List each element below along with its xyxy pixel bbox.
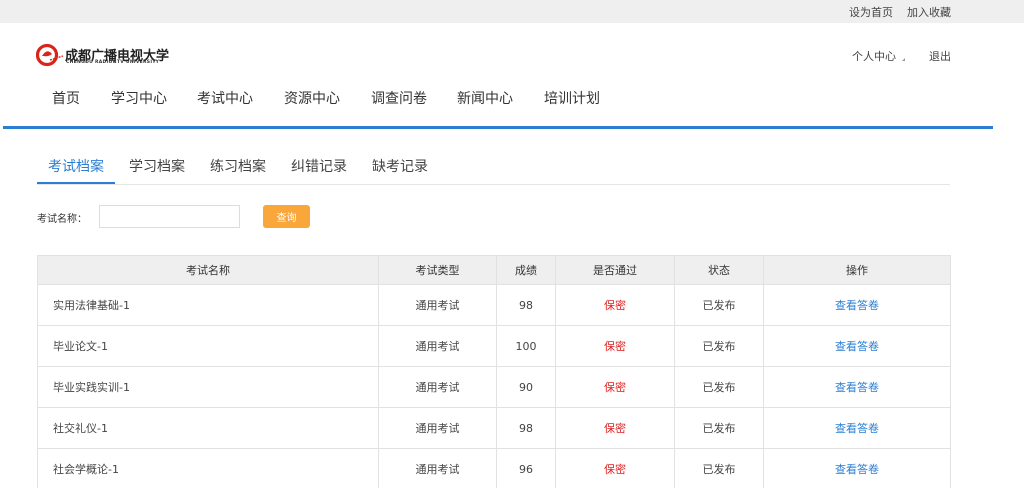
- caret-down-icon: [902, 58, 905, 61]
- cell-passed: 保密: [555, 407, 675, 449]
- view-answer-link[interactable]: 查看答卷: [835, 340, 879, 353]
- nav-item-home[interactable]: 首页: [52, 88, 80, 108]
- tabs-divider: [37, 184, 950, 185]
- table-header-row: 考试名称 考试类型 成绩 是否通过 状态 操作: [37, 255, 951, 285]
- site-logo[interactable]: 成都广播电视大学 CHENGDU RADIO&TV UNIVERSITY: [36, 42, 169, 70]
- exam-records-table: 考试名称 考试类型 成绩 是否通过 状态 操作 实用法律基础-1 通用考试 98…: [37, 255, 951, 488]
- cell-exam-type: 通用考试: [378, 284, 497, 326]
- cell-status: 已发布: [674, 284, 764, 326]
- table-row: 社交礼仪-1 通用考试 98 保密 已发布 查看答卷: [37, 407, 951, 449]
- cell-score: 100: [496, 325, 556, 367]
- nav-item-exam-center[interactable]: 考试中心: [197, 88, 253, 108]
- nav-divider: [3, 126, 993, 129]
- cell-passed: 保密: [555, 366, 675, 408]
- header-status: 状态: [674, 255, 764, 285]
- cell-exam-type: 通用考试: [378, 366, 497, 408]
- cell-exam-name: 毕业实践实训-1: [37, 366, 379, 408]
- cell-exam-name: 毕业论文-1: [37, 325, 379, 367]
- header-score: 成绩: [496, 255, 556, 285]
- header-exam-type: 考试类型: [378, 255, 497, 285]
- cell-exam-name: 社交礼仪-1: [37, 407, 379, 449]
- top-utility-bar: 设为首页 加入收藏: [0, 0, 1024, 23]
- cell-exam-type: 通用考试: [378, 325, 497, 367]
- add-favorite-link[interactable]: 加入收藏: [907, 4, 951, 20]
- nav-item-study-center[interactable]: 学习中心: [111, 88, 167, 108]
- query-button[interactable]: 查询: [263, 205, 310, 228]
- header-passed: 是否通过: [555, 255, 675, 285]
- cell-passed: 保密: [555, 284, 675, 326]
- tab-absence-records[interactable]: 缺考记录: [372, 156, 428, 176]
- cell-exam-type: 通用考试: [378, 407, 497, 449]
- header-action: 操作: [763, 255, 951, 285]
- cell-status: 已发布: [674, 366, 764, 408]
- tab-correction-records[interactable]: 纠错记录: [291, 156, 347, 176]
- table-row: 毕业实践实训-1 通用考试 90 保密 已发布 查看答卷: [37, 366, 951, 408]
- nav-item-training-plan[interactable]: 培训计划: [544, 88, 600, 108]
- logo-name-en: CHENGDU RADIO&TV UNIVERSITY: [66, 60, 160, 65]
- cell-score: 96: [496, 448, 556, 488]
- nav-item-news-center[interactable]: 新闻中心: [457, 88, 513, 108]
- set-home-link[interactable]: 设为首页: [849, 4, 893, 20]
- exam-name-label: 考试名称：: [37, 214, 87, 225]
- exam-name-input[interactable]: [99, 205, 240, 228]
- logout-link[interactable]: 退出: [929, 48, 951, 64]
- cell-exam-type: 通用考试: [378, 448, 497, 488]
- tab-study-records[interactable]: 学习档案: [129, 156, 185, 176]
- cell-passed: 保密: [555, 325, 675, 367]
- view-answer-link[interactable]: 查看答卷: [835, 422, 879, 435]
- cell-score: 90: [496, 366, 556, 408]
- tab-exam-records[interactable]: 考试档案: [48, 156, 104, 176]
- user-center-menu[interactable]: 个人中心: [852, 48, 896, 64]
- cell-status: 已发布: [674, 407, 764, 449]
- cell-status: 已发布: [674, 325, 764, 367]
- cell-status: 已发布: [674, 448, 764, 488]
- header-exam-name: 考试名称: [37, 255, 379, 285]
- table-row: 毕业论文-1 通用考试 100 保密 已发布 查看答卷: [37, 325, 951, 367]
- cell-exam-name: 社会学概论-1: [37, 448, 379, 488]
- main-nav: 首页 学习中心 考试中心 资源中心 调查问卷 新闻中心 培训计划: [0, 88, 1024, 124]
- cell-score: 98: [496, 407, 556, 449]
- cell-passed: 保密: [555, 448, 675, 488]
- cell-exam-name: 实用法律基础-1: [37, 284, 379, 326]
- tab-practice-records[interactable]: 练习档案: [210, 156, 266, 176]
- university-emblem-icon: [36, 43, 64, 67]
- table-row: 社会学概论-1 通用考试 96 保密 已发布 查看答卷: [37, 448, 951, 488]
- view-answer-link[interactable]: 查看答卷: [835, 299, 879, 312]
- view-answer-link[interactable]: 查看答卷: [835, 463, 879, 476]
- view-answer-link[interactable]: 查看答卷: [835, 381, 879, 394]
- table-row: 实用法律基础-1 通用考试 98 保密 已发布 查看答卷: [37, 284, 951, 326]
- cell-score: 98: [496, 284, 556, 326]
- nav-item-survey[interactable]: 调查问卷: [371, 88, 427, 108]
- nav-item-resource-center[interactable]: 资源中心: [284, 88, 340, 108]
